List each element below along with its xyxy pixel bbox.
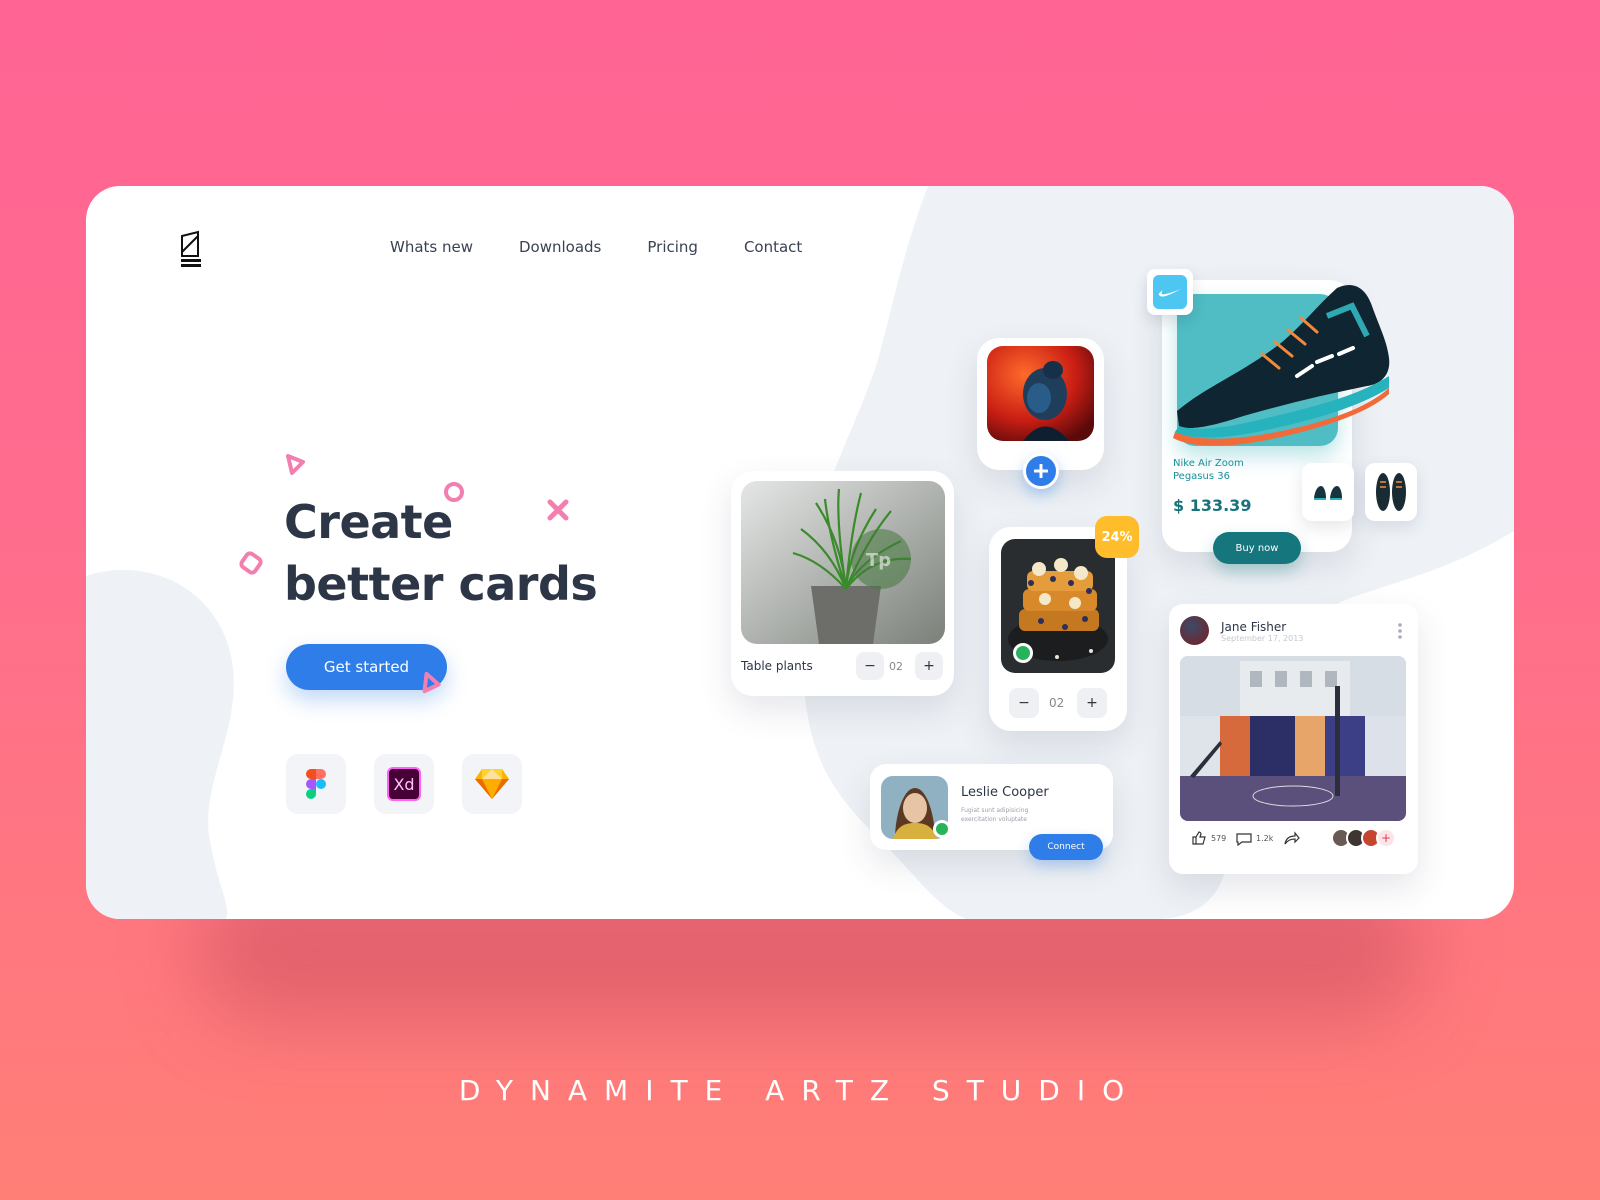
contact-name: Leslie Cooper	[961, 785, 1049, 800]
food-online-dot	[1013, 643, 1033, 663]
nike-swoosh-icon	[1158, 289, 1181, 297]
food-plus-button[interactable]: +	[1077, 688, 1107, 718]
hero-title-line-1: Create	[284, 495, 453, 549]
plant-plus-button[interactable]: +	[915, 652, 943, 680]
brand-logo-icon[interactable]	[179, 230, 203, 270]
add-avatar-button[interactable]	[1023, 453, 1059, 489]
plant-card: Tp Table plants − 02 +	[731, 471, 954, 696]
deco-pink-triangle-icon	[286, 454, 305, 475]
studio-name: DYNAMITE ARTZ STUDIO	[458, 1074, 1142, 1107]
nav-pricing[interactable]: Pricing	[647, 238, 698, 256]
more-options-icon[interactable]	[1397, 623, 1403, 639]
comment-icon[interactable]	[1236, 832, 1252, 846]
food-quantity: 02	[1049, 696, 1065, 710]
shoe-thumbnail-1[interactable]	[1302, 463, 1354, 521]
like-count: 579	[1211, 834, 1227, 843]
connect-button[interactable]: Connect	[1029, 834, 1103, 860]
xd-icon-label: Xd	[393, 774, 415, 794]
social-post-card: 579 1.2k +	[1169, 604, 1418, 874]
like-icon[interactable]	[1191, 831, 1207, 845]
add-participant-button[interactable]: +	[1376, 828, 1396, 848]
nav-downloads[interactable]: Downloads	[519, 238, 601, 256]
contact-description: Fugiat sunt adipisicing exercitation vol…	[961, 807, 1029, 823]
deco-pink-triangle-icon-2	[422, 672, 441, 694]
avatar-card	[977, 338, 1104, 470]
hero-title: Create better cards	[284, 491, 598, 615]
plant-minus-button[interactable]: −	[856, 652, 884, 680]
shoe-image	[1173, 285, 1390, 446]
discount-badge: 24%	[1095, 516, 1139, 558]
nav-contact[interactable]: Contact	[744, 238, 802, 256]
jane-avatar[interactable]	[1180, 616, 1209, 645]
sketch-icon	[475, 769, 509, 799]
sketch-tool[interactable]	[462, 754, 522, 814]
plant-label: Table plants	[741, 659, 813, 673]
post-date: September 17, 2013	[1221, 634, 1304, 643]
hero-title-line-2: better cards	[284, 557, 598, 611]
xd-icon: Xd	[387, 767, 421, 801]
plant-watermark: Tp	[866, 550, 891, 571]
shoe-thumbnail-2[interactable]	[1365, 463, 1417, 521]
xd-tool[interactable]: Xd	[374, 754, 434, 814]
food-minus-button[interactable]: −	[1009, 688, 1039, 718]
portrait-photo	[987, 346, 1094, 441]
shoe-name: Nike Air Zoom Pegasus 36	[1173, 458, 1244, 482]
shoe-top-view-icon	[1376, 473, 1406, 511]
post-photo	[1180, 656, 1406, 821]
plant-quantity: 02	[889, 660, 903, 673]
nike-logo-badge	[1147, 269, 1193, 315]
main-nav: Whats new Downloads Pricing Contact	[390, 238, 802, 256]
buy-now-button[interactable]: Buy now	[1213, 532, 1301, 564]
nav-whats-new[interactable]: Whats new	[390, 238, 473, 256]
plant-photo: Tp	[741, 481, 945, 644]
deco-pink-square-icon	[239, 551, 263, 575]
plus-icon	[1034, 464, 1048, 478]
figma-tool[interactable]	[286, 754, 346, 814]
shoe-pair-icon	[1314, 486, 1342, 500]
figma-icon	[306, 769, 326, 799]
shoe-price: $ 133.39	[1173, 496, 1252, 515]
comment-count: 1.2k	[1256, 834, 1274, 843]
post-author-name: Jane Fisher	[1221, 620, 1287, 634]
leslie-online-dot	[933, 820, 951, 838]
share-icon[interactable]	[1284, 831, 1300, 845]
